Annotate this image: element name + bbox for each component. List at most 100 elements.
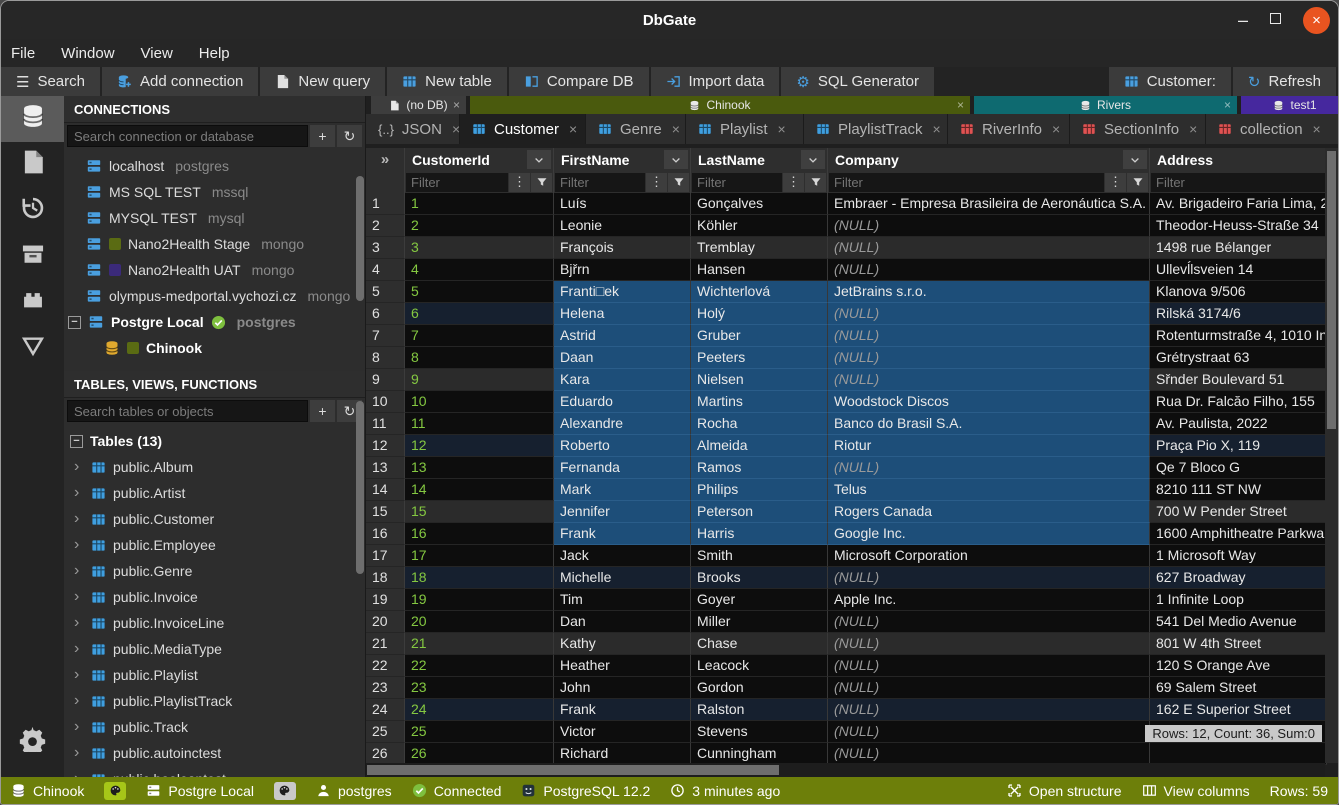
- connection-item[interactable]: −Postgre Localpostgres: [64, 309, 365, 335]
- data-cell[interactable]: Rua Dr. Falcăo Filho, 155: [1150, 391, 1327, 413]
- table-item[interactable]: ›public.Album: [64, 454, 365, 480]
- data-cell[interactable]: Stevens: [691, 721, 828, 743]
- data-cell[interactable]: Woodstock Discos: [828, 391, 1150, 413]
- row-number[interactable]: 1: [366, 193, 405, 215]
- data-cell[interactable]: 3: [405, 237, 554, 259]
- data-cell[interactable]: Heather: [554, 655, 691, 677]
- data-cell[interactable]: 1600 Amphitheatre Parkwa: [1150, 523, 1327, 545]
- data-cell[interactable]: (NULL): [828, 303, 1150, 325]
- connection-item[interactable]: MYSQL TESTmysql: [64, 205, 365, 231]
- column-header-address[interactable]: Address: [1150, 148, 1327, 171]
- row-number[interactable]: 11: [366, 413, 405, 435]
- tab-group--no-db-[interactable]: (no DB)×: [371, 96, 466, 114]
- table-item[interactable]: ›public.Track: [64, 714, 365, 740]
- data-cell[interactable]: (NULL): [828, 721, 1150, 743]
- tab-playlist[interactable]: Playlist×: [686, 114, 804, 144]
- data-cell[interactable]: Kathy: [554, 633, 691, 655]
- close-tab-icon[interactable]: ×: [932, 121, 940, 137]
- filter-funnel-button[interactable]: [1127, 173, 1148, 192]
- close-tab-icon[interactable]: ×: [1052, 121, 1060, 137]
- tab-group-rivers[interactable]: Rivers×: [974, 96, 1237, 114]
- row-number[interactable]: 14: [366, 479, 405, 501]
- table-item[interactable]: ›public.InvoiceLine: [64, 610, 365, 636]
- row-number[interactable]: 9: [366, 369, 405, 391]
- tables-scrollbar[interactable]: [356, 401, 364, 574]
- data-cell[interactable]: Theodor-Heuss-Straße 34: [1150, 215, 1327, 237]
- tables-group-row[interactable]: −Tables (13): [64, 428, 365, 454]
- toolbar-button-new-query[interactable]: New query: [260, 67, 385, 96]
- data-cell[interactable]: Tim: [554, 589, 691, 611]
- filter-input-lastname[interactable]: [692, 173, 782, 192]
- data-cell[interactable]: Leonie: [554, 215, 691, 237]
- chevron-right-icon[interactable]: ›: [74, 484, 84, 502]
- data-cell[interactable]: Gordon: [691, 677, 828, 699]
- data-cell[interactable]: 11: [405, 413, 554, 435]
- data-cell[interactable]: 801 W 4th Street: [1150, 633, 1327, 655]
- chevron-right-icon[interactable]: ›: [74, 640, 84, 658]
- status-item-swatch[interactable]: [274, 782, 296, 800]
- chevron-right-icon[interactable]: ›: [74, 692, 84, 710]
- filter-menu-button[interactable]: ⋮: [783, 173, 804, 192]
- data-cell[interactable]: Peeters: [691, 347, 828, 369]
- table-item[interactable]: ›public.Invoice: [64, 584, 365, 610]
- close-tab-icon[interactable]: ×: [569, 121, 577, 137]
- tab-customer[interactable]: Customer×: [460, 114, 586, 144]
- filter-funnel-button[interactable]: [805, 173, 826, 192]
- data-cell[interactable]: Richard: [554, 743, 691, 765]
- connection-item[interactable]: Chinook: [64, 335, 365, 361]
- data-cell[interactable]: 4: [405, 259, 554, 281]
- status-item-postgre-local[interactable]: Postgre Local: [146, 783, 254, 799]
- toolbar-button-compare-db[interactable]: Compare DB: [509, 67, 649, 96]
- activitybar-plugins-button[interactable]: [1, 280, 64, 326]
- close-tab-group-icon[interactable]: ×: [453, 98, 460, 112]
- data-cell[interactable]: Telus: [828, 479, 1150, 501]
- column-menu-button[interactable]: [801, 150, 825, 169]
- tab-collection[interactable]: collection×: [1206, 114, 1338, 144]
- column-header-company[interactable]: Company: [828, 148, 1150, 171]
- refresh-connections-button[interactable]: ↻: [337, 125, 362, 147]
- activitybar-file-button[interactable]: [1, 142, 64, 188]
- data-cell[interactable]: Cunningham: [691, 743, 828, 765]
- table-item[interactable]: ›public.Genre: [64, 558, 365, 584]
- column-menu-button[interactable]: [1123, 150, 1147, 169]
- connection-item[interactable]: MS SQL TESTmssql: [64, 179, 365, 205]
- add-table-small-button[interactable]: +: [310, 400, 335, 422]
- chevron-right-icon[interactable]: ›: [74, 588, 84, 606]
- row-number[interactable]: 13: [366, 457, 405, 479]
- data-cell[interactable]: Riotur: [828, 435, 1150, 457]
- data-cell[interactable]: Jack: [554, 545, 691, 567]
- row-number[interactable]: 3: [366, 237, 405, 259]
- data-cell[interactable]: Praça Pio X, 119: [1150, 435, 1327, 457]
- data-cell[interactable]: 541 Del Medio Avenue: [1150, 611, 1327, 633]
- column-header-customerid[interactable]: CustomerId: [405, 148, 554, 171]
- data-cell[interactable]: Rogers Canada: [828, 501, 1150, 523]
- data-cell[interactable]: 12: [405, 435, 554, 457]
- data-cell[interactable]: Tremblay: [691, 237, 828, 259]
- toolbar-button-add-connection[interactable]: Add connection: [102, 67, 258, 96]
- data-cell[interactable]: 7: [405, 325, 554, 347]
- data-cell[interactable]: (NULL): [828, 743, 1150, 765]
- data-cell[interactable]: Holý: [691, 303, 828, 325]
- filter-input-customerid[interactable]: [406, 173, 508, 192]
- data-cell[interactable]: Klanova 9/506: [1150, 281, 1327, 303]
- status-item-connected[interactable]: Connected: [412, 783, 502, 799]
- data-cell[interactable]: Chase: [691, 633, 828, 655]
- data-cell[interactable]: 6: [405, 303, 554, 325]
- data-cell[interactable]: (NULL): [828, 325, 1150, 347]
- tab-group-chinook[interactable]: Chinook×: [470, 96, 970, 114]
- data-cell[interactable]: Daan: [554, 347, 691, 369]
- data-cell[interactable]: Grétrystraat 63: [1150, 347, 1327, 369]
- row-number[interactable]: 6: [366, 303, 405, 325]
- collapse-icon[interactable]: −: [68, 316, 81, 329]
- data-cell[interactable]: Miller: [691, 611, 828, 633]
- row-number[interactable]: 26: [366, 743, 405, 765]
- data-cell[interactable]: 23: [405, 677, 554, 699]
- data-cell[interactable]: Ralston: [691, 699, 828, 721]
- row-number[interactable]: 5: [366, 281, 405, 303]
- data-cell[interactable]: Goyer: [691, 589, 828, 611]
- data-cell[interactable]: 25: [405, 721, 554, 743]
- data-cell[interactable]: Leacock: [691, 655, 828, 677]
- row-number[interactable]: 24: [366, 699, 405, 721]
- data-cell[interactable]: Alexandre: [554, 413, 691, 435]
- data-cell[interactable]: Eduardo: [554, 391, 691, 413]
